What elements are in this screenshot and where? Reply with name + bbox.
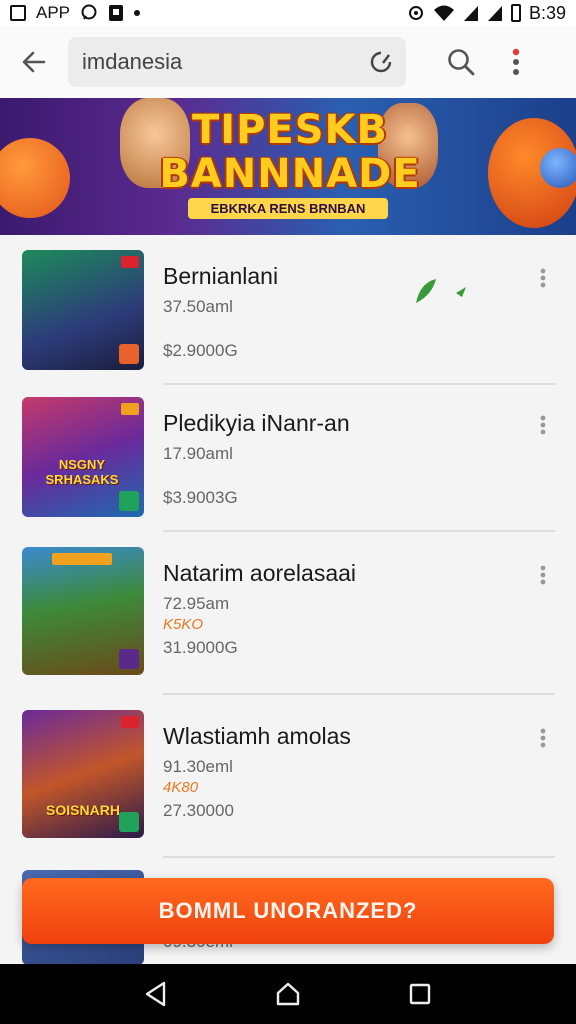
thumb-flag-icon — [121, 256, 139, 268]
wifi-icon — [433, 5, 454, 21]
dot-icon — [134, 10, 141, 16]
signal-icon — [487, 6, 502, 21]
more-vertical-icon — [540, 415, 546, 435]
list-item[interactable]: NSGNY SRHASAKS Pledikyia iNanr-an 17.90a… — [0, 382, 576, 532]
item-title: Natarim aorelasaai — [163, 560, 357, 586]
app-thumbnail — [22, 547, 144, 675]
divider — [163, 856, 555, 858]
search-input[interactable]: imdanesia — [68, 37, 406, 87]
item-more-button[interactable] — [528, 263, 558, 293]
promo-banner[interactable]: TIPESKB BANNNADE EBKRKA RENS BRNBAN — [0, 98, 576, 235]
status-time: B:39 — [528, 2, 566, 23]
banner-title: TIPESKB BANNNADE — [150, 108, 430, 196]
app-bar: imdanesia — [0, 26, 576, 98]
nav-back-button[interactable] — [136, 974, 176, 1014]
item-price: 27.30000 — [163, 801, 234, 820]
thumb-flag-icon — [121, 403, 139, 415]
item-tag: K5KO — [163, 616, 204, 633]
item-more-button[interactable] — [528, 723, 558, 753]
list-item[interactable]: SOISNARH Wlastiamh amolas 91.30eml 4K80 … — [0, 695, 576, 858]
nav-recents-button[interactable] — [400, 974, 440, 1014]
phone-icon — [109, 5, 124, 21]
app-thumbnail: SOISNARH — [22, 710, 144, 838]
chat-icon — [81, 4, 97, 20]
item-title: Wlastiamh amolas — [163, 723, 351, 749]
thumb-flag-icon — [52, 553, 112, 565]
battery-icon — [510, 4, 521, 22]
item-size: 72.95am — [163, 594, 230, 613]
overflow-menu-button[interactable] — [496, 26, 536, 98]
list-item[interactable]: Natarim aorelasaai 72.95am K5KO 31.9000G — [0, 532, 576, 695]
item-size: 17.90aml — [163, 444, 233, 463]
item-title: Pledikyia iNanr-an — [163, 410, 350, 436]
thumb-flag-icon — [121, 716, 139, 728]
back-button[interactable] — [0, 26, 68, 98]
cta-label: BOMML UNORANZED? — [158, 898, 418, 923]
app-screen: APP B:39 imdanesia TIPESKB BANNNADE EBKR… — [0, 0, 576, 1024]
item-more-button[interactable] — [528, 410, 558, 440]
leaf-icon — [416, 279, 466, 303]
list-item[interactable]: Bernianlani 37.50aml $2.9000G — [0, 235, 576, 385]
search-button[interactable] — [426, 26, 496, 98]
sync-icon — [408, 6, 423, 20]
signal-icon — [463, 6, 478, 21]
search-input-value: imdanesia — [82, 49, 183, 74]
more-vertical-icon — [540, 728, 546, 748]
edit-badge-icon[interactable] — [370, 51, 392, 73]
thumb-title-art: NSGNY SRHASAKS — [45, 457, 119, 487]
recents-square-icon — [409, 983, 431, 1005]
banner-title-line1: TIPESKB — [191, 107, 389, 153]
back-triangle-icon — [145, 981, 166, 1007]
thumb-badge-icon — [119, 491, 139, 511]
banner-title-line2: BANNNADE — [159, 151, 421, 197]
thumb-badge-icon — [119, 812, 139, 832]
image-icon — [10, 5, 26, 21]
item-size: 91.30eml — [163, 757, 233, 776]
back-arrow-icon — [22, 51, 46, 73]
mascot-left-art — [0, 138, 70, 218]
status-bar: APP B:39 — [0, 0, 576, 26]
status-app-label: APP — [36, 3, 71, 22]
item-price: 31.9000G — [163, 638, 238, 657]
app-thumbnail — [22, 250, 144, 370]
primary-cta-button[interactable]: BOMML UNORANZED? — [22, 878, 554, 944]
more-vertical-icon — [540, 268, 546, 288]
item-more-button[interactable] — [528, 560, 558, 590]
item-title: Bernianlani — [163, 263, 279, 289]
app-thumbnail: NSGNY SRHASAKS — [22, 397, 144, 517]
item-size: 37.50aml — [163, 297, 233, 316]
item-price: $3.9003G — [163, 488, 238, 507]
thumb-badge-icon — [119, 649, 139, 669]
banner-subtitle: EBKRKA RENS BRNBAN — [188, 198, 388, 219]
orb-art — [540, 148, 576, 188]
nav-home-button[interactable] — [268, 974, 308, 1014]
app-list: Bernianlani 37.50aml $2.9000G NSGNY SRHA… — [0, 235, 576, 858]
home-icon — [276, 982, 300, 1006]
more-vertical-icon — [512, 48, 520, 75]
item-tag: 4K80 — [163, 779, 199, 796]
search-icon — [448, 49, 475, 76]
status-left: APP — [10, 3, 141, 23]
system-nav-bar — [0, 964, 576, 1024]
item-price: $2.9000G — [163, 341, 238, 360]
status-right: B:39 — [407, 3, 566, 24]
thumb-badge-icon — [119, 344, 139, 364]
more-vertical-icon — [540, 565, 546, 585]
